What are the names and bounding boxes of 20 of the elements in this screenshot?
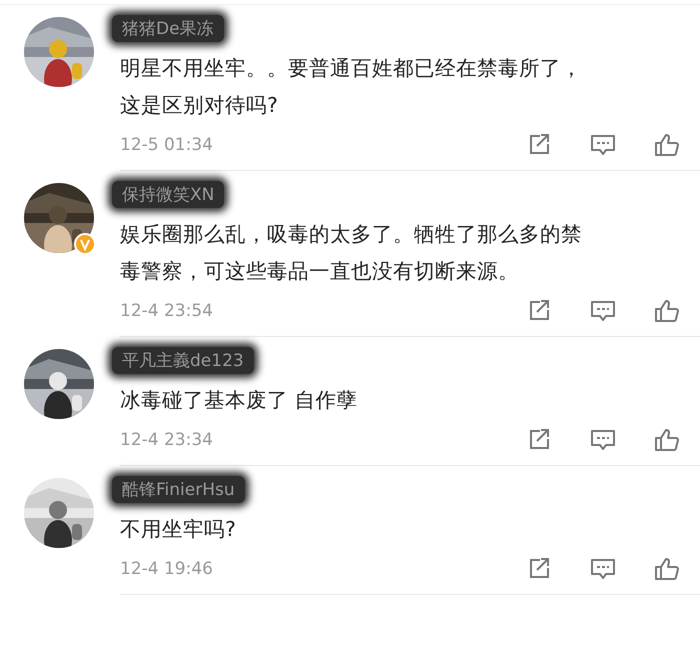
comment-time: 12-4 23:54 — [120, 301, 214, 321]
comment-icon[interactable] — [590, 298, 616, 324]
comment-icon[interactable] — [590, 556, 616, 582]
comment-icon[interactable] — [590, 132, 616, 158]
comment-text: 冰毒碰了基本废了 自作孽 — [120, 387, 359, 414]
thumbs-up-icon[interactable] — [654, 298, 680, 324]
thumbs-up-icon[interactable] — [654, 132, 680, 158]
thumbs-up-icon[interactable] — [654, 556, 680, 582]
comment-text: 娱乐圈那么乱，吸毒的太多了。牺牲了那么多的禁毒警察，可这些毒品一直也没有切断来源。 — [120, 221, 583, 285]
comment-time: 12-5 01:34 — [120, 135, 214, 155]
username[interactable]: 平凡主義de123 — [112, 347, 254, 374]
username[interactable]: 酷锋FinierHsu — [112, 476, 245, 503]
comment-icon[interactable] — [590, 427, 616, 453]
username[interactable]: 猪猪De果冻 — [112, 15, 224, 42]
username[interactable]: 保持微笑XN — [112, 181, 224, 208]
comment-time: 12-4 23:34 — [120, 430, 214, 450]
comment-text: 不用坐牢吗? — [120, 516, 237, 543]
thumbs-up-icon[interactable] — [654, 427, 680, 453]
comment-time: 12-4 19:46 — [120, 559, 214, 579]
comment-text: 明星不用坐牢。。要普通百姓都已经在禁毒所了，这是区别对待吗? — [120, 55, 583, 119]
